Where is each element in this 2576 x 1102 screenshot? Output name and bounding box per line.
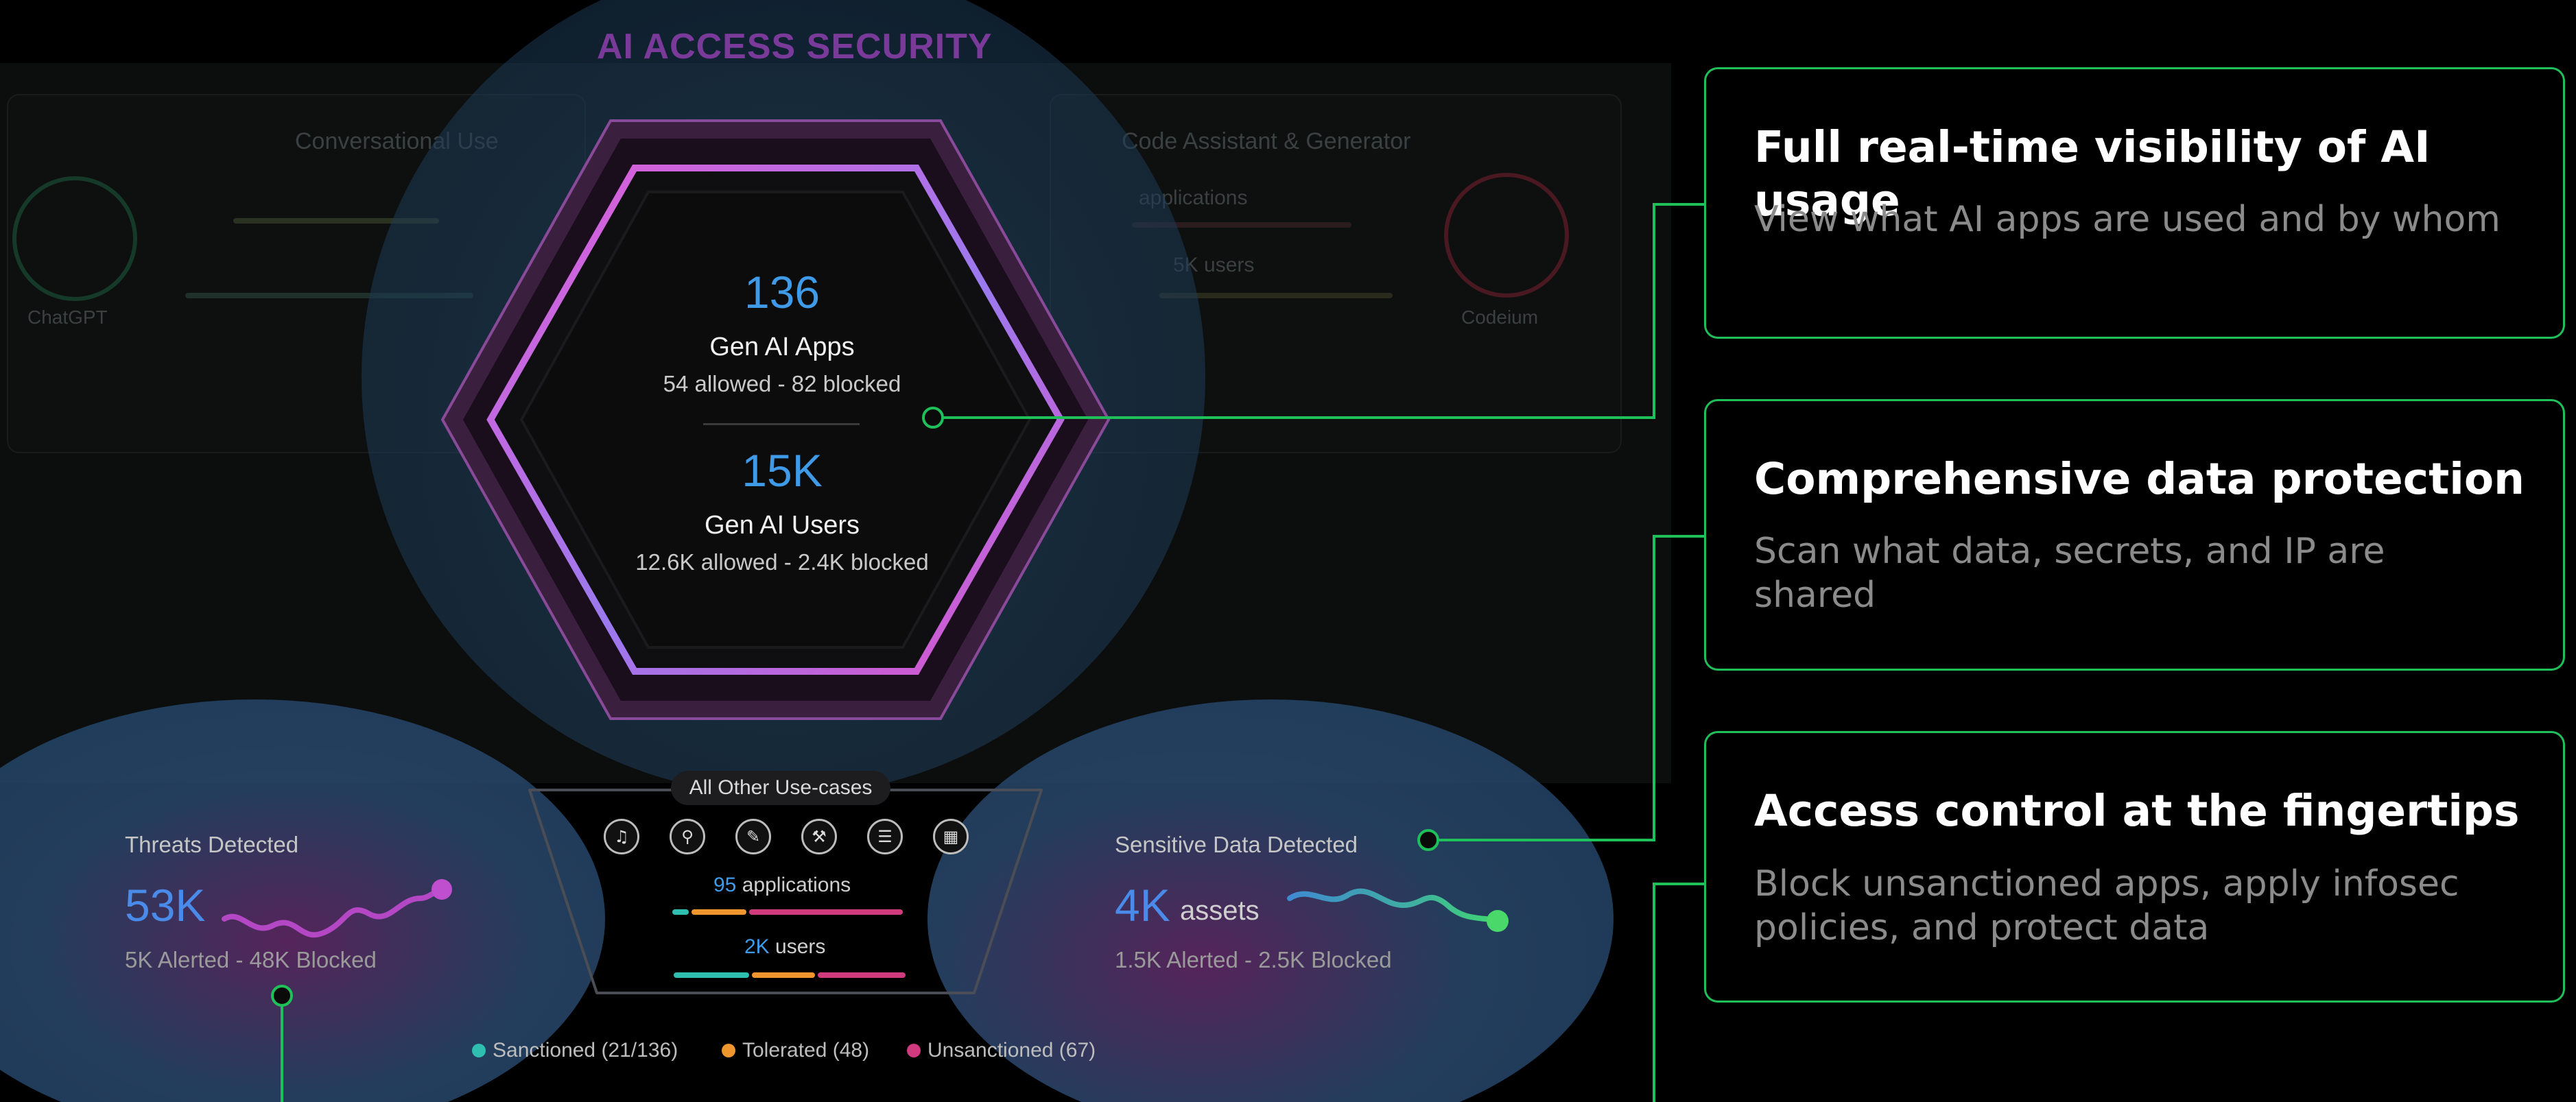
sensitive-sparkline (1287, 888, 1509, 932)
threats-sub: 5K Alerted - 48K Blocked (125, 947, 377, 972)
bg-chatgpt-ring (12, 176, 137, 301)
use-cases-users-label: users (775, 935, 826, 958)
legend-tolerated: Tolerated (48) (722, 1039, 869, 1062)
gen-ai-users-count: 15K (742, 445, 823, 496)
bg-right-app-name: Codeium (1461, 307, 1539, 328)
hexagon-graphic (440, 119, 1111, 720)
legend-unsanctioned: Unsanctioned (67) (907, 1039, 1096, 1062)
tools-icon[interactable]: ⚒ (801, 819, 837, 854)
card-body: Block unsanctioned apps, apply infosec p… (1754, 863, 2459, 948)
list-icon[interactable]: ☰ (867, 819, 903, 854)
use-cases-users: 2K users (744, 935, 825, 959)
legend-label: Tolerated (48) (742, 1039, 870, 1062)
card-title: Access control at the fingertips (1754, 786, 2520, 836)
use-cases-users-count: 2K (744, 935, 770, 958)
legend-label: Sanctioned (21/136) (493, 1039, 678, 1062)
sensitive-unit: assets (1180, 896, 1260, 926)
use-cases-apps-count: 95 (713, 874, 737, 896)
card-body: Scan what data, secrets, and IP are shar… (1754, 531, 2385, 616)
gen-ai-apps-sub: 54 allowed - 82 blocked (663, 371, 901, 396)
all-other-use-cases-label[interactable]: All Other Use-cases (671, 771, 890, 805)
sensitive-sub: 1.5K Alerted - 2.5K Blocked (1115, 947, 1392, 972)
threats-title: Threats Detected (125, 832, 299, 857)
gen-ai-apps-count: 136 (744, 267, 820, 318)
card-access-control[interactable]: Access control at the fingertips Block u… (1704, 731, 2565, 1003)
legend-dot (722, 1044, 735, 1057)
bg-left-app-name: ChatGPT (27, 307, 108, 328)
sensitive-title: Sensitive Data Detected (1115, 832, 1358, 857)
card-title: Comprehensive data protection (1754, 454, 2525, 504)
sensitive-value: 4K (1115, 880, 1170, 931)
apps-bar-unsanctioned (749, 909, 903, 915)
gen-ai-apps-label: Gen AI Apps (709, 333, 855, 361)
calendar-icon[interactable]: ▦ (933, 819, 969, 854)
search-icon[interactable]: ⚲ (670, 819, 705, 854)
use-cases-apps-label: applications (742, 874, 851, 896)
users-bar-sanctioned (674, 972, 749, 978)
stage: Conversational Use ChatGPT Code Assistan… (0, 0, 2576, 1102)
use-cases-apps: 95 applications (713, 874, 851, 897)
pen-icon[interactable]: ✎ (735, 819, 771, 854)
gen-ai-users-sub: 12.6K allowed - 2.4K blocked (635, 549, 929, 575)
legend-dot (907, 1044, 921, 1057)
legend-label: Unsanctioned (67) (927, 1039, 1096, 1062)
apps-bar-tolerated (692, 909, 746, 915)
hexagon-divider (703, 423, 860, 425)
legend-dot (472, 1044, 486, 1057)
card-visibility[interactable]: Full real-time visibility of AI usage Vi… (1704, 67, 2565, 339)
apps-bar-sanctioned (672, 909, 689, 915)
bg-codeium-ring (1444, 173, 1569, 298)
users-bar-tolerated (752, 972, 815, 978)
threats-sparkline (222, 879, 452, 938)
legend-sanctioned: Sanctioned (21/136) (472, 1039, 678, 1062)
card-data-protection[interactable]: Comprehensive data protection Scan what … (1704, 399, 2565, 671)
gen-ai-users-label: Gen AI Users (705, 511, 860, 540)
threats-value: 53K (125, 880, 206, 931)
page-title: AI ACCESS SECURITY (597, 27, 993, 67)
connector-access (1653, 883, 1704, 1102)
card-body: View what AI apps are used and by whom (1754, 199, 2501, 240)
bg-right-card-title: Code Assistant & Generator (1122, 128, 1411, 154)
users-bar-unsanctioned (818, 972, 906, 978)
music-icon[interactable]: ♫ (604, 819, 639, 854)
